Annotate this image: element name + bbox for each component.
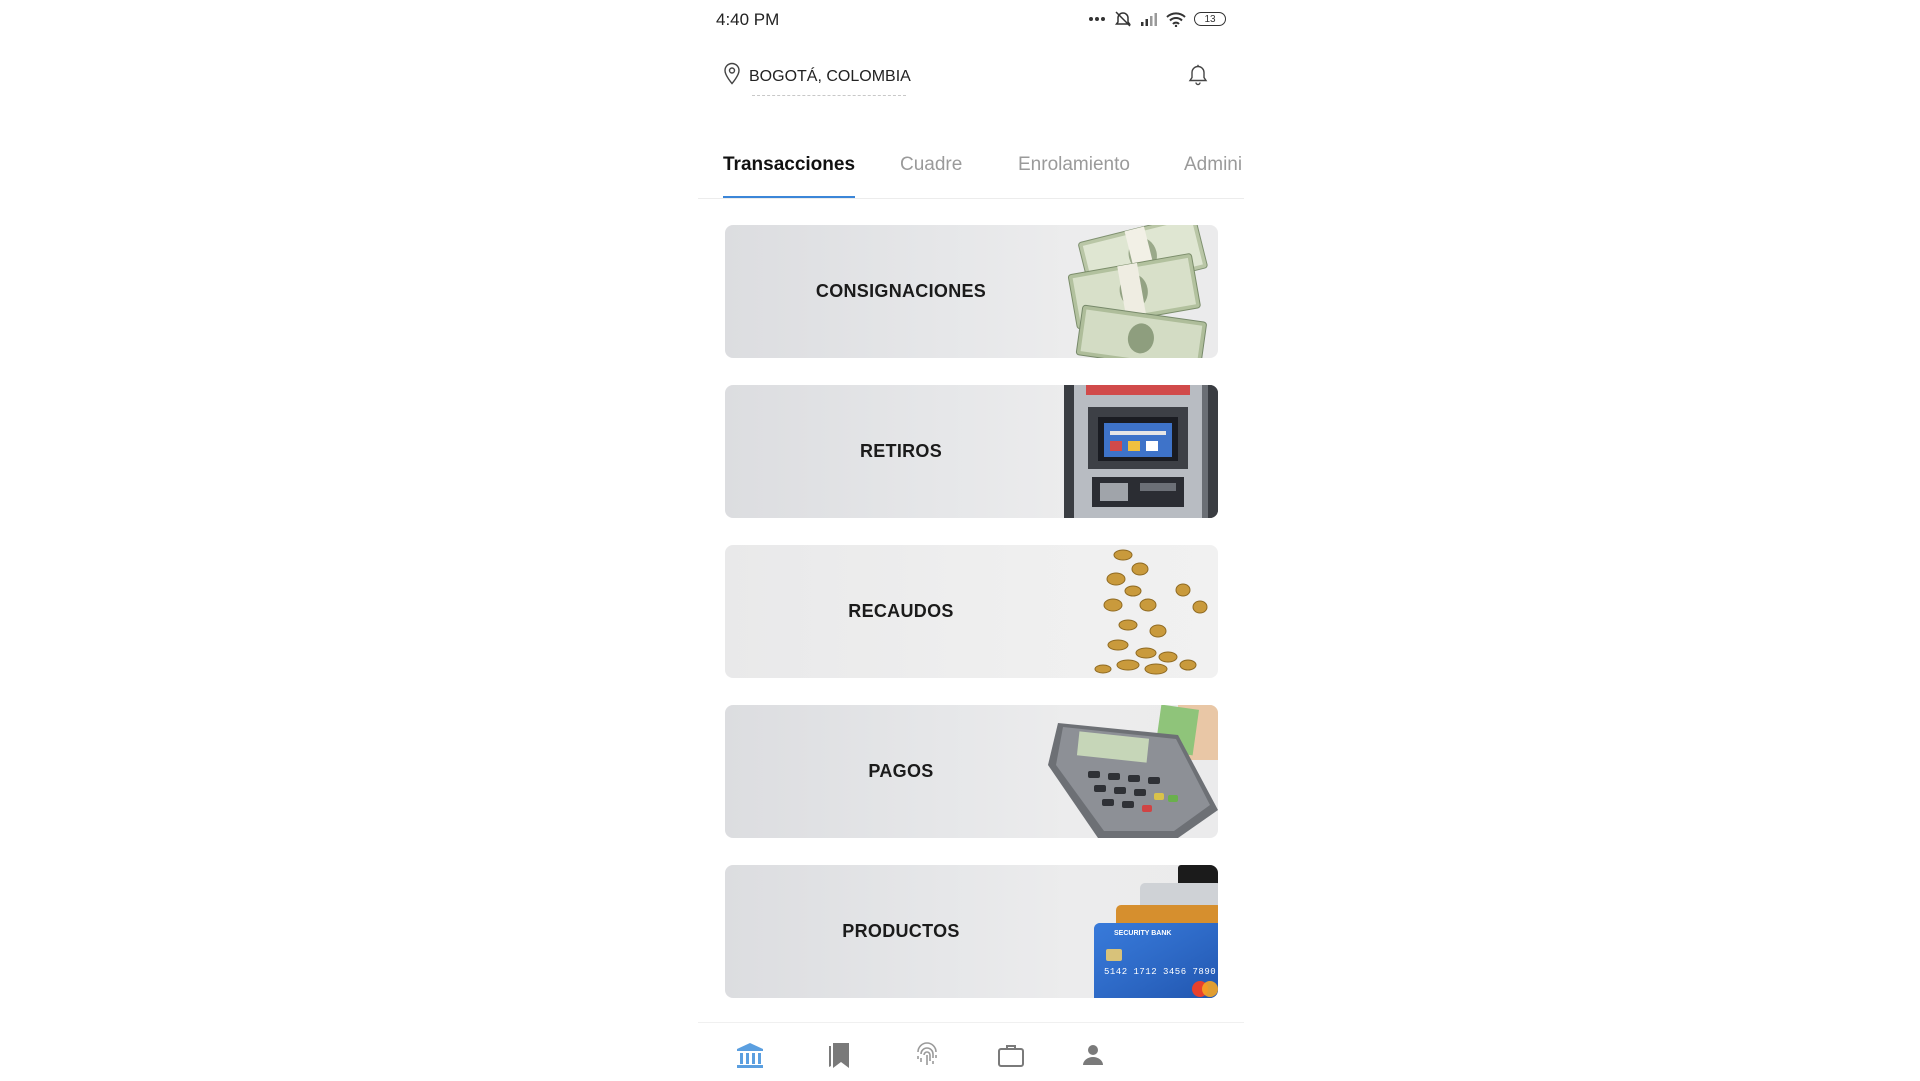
card-label: PRODUCTOS bbox=[842, 921, 960, 941]
card-label: PAGOS bbox=[868, 761, 934, 781]
bell-icon bbox=[1188, 64, 1208, 90]
location-pin-icon bbox=[723, 62, 741, 91]
card-consignaciones[interactable]: CONSIGNACIONES bbox=[725, 225, 1218, 358]
money-stack-image bbox=[1028, 225, 1218, 358]
card-pagos[interactable]: PAGOS bbox=[725, 705, 1218, 838]
bookmarks-icon bbox=[825, 1040, 853, 1075]
card-label: RETIROS bbox=[859, 441, 943, 461]
tab-transacciones[interactable]: Transacciones bbox=[723, 154, 856, 198]
header: BOGOTÁ, COLOMBIA bbox=[698, 58, 1244, 108]
nav-item-fingerprint[interactable] bbox=[909, 1039, 945, 1075]
tab-admini[interactable]: Admini bbox=[1184, 154, 1242, 198]
wifi-icon bbox=[1166, 11, 1186, 27]
status-time: 4:40 PM bbox=[716, 10, 780, 29]
location-underline bbox=[752, 94, 906, 96]
tab-cuadre[interactable]: Cuadre bbox=[900, 154, 962, 198]
briefcase-icon bbox=[996, 1041, 1026, 1074]
notifications-button[interactable] bbox=[1188, 64, 1208, 91]
atm-image bbox=[1028, 385, 1218, 518]
status-icons: 13 bbox=[1088, 10, 1226, 28]
location-selector[interactable]: BOGOTÁ, COLOMBIA bbox=[723, 62, 911, 96]
card-recaudos[interactable]: RECAUDOS bbox=[725, 545, 1218, 678]
nav-item-bookmarks[interactable] bbox=[821, 1039, 857, 1075]
card-retiros[interactable]: RETIROS bbox=[725, 385, 1218, 518]
nav-item-profile[interactable] bbox=[1075, 1039, 1111, 1075]
bank-cards-image: SECURITY BANK 5142 1712 3456 7890 bbox=[1028, 865, 1218, 998]
more-dots-icon bbox=[1088, 16, 1106, 22]
card-label: RECAUDOS bbox=[848, 601, 954, 621]
fingerprint-icon bbox=[912, 1040, 942, 1075]
tab-bar: Transacciones Cuadre Enrolamiento Admini bbox=[698, 148, 1244, 199]
location-text: BOGOTÁ, COLOMBIA bbox=[749, 67, 911, 96]
status-bar: 4:40 PM 13 bbox=[698, 0, 1244, 38]
card-productos[interactable]: PRODUCTOS SECURITY BANK 5142 1712 3456 7… bbox=[725, 865, 1218, 998]
signal-icon bbox=[1140, 12, 1158, 26]
coins-image bbox=[1028, 545, 1218, 678]
card-number: 5142 1712 3456 7890 bbox=[1104, 967, 1217, 977]
alarm-off-icon bbox=[1114, 10, 1132, 28]
nav-item-bank[interactable] bbox=[732, 1039, 768, 1075]
card-bank-name: SECURITY BANK bbox=[1114, 930, 1172, 937]
phone-screen: 4:40 PM 13 BOGOTÁ, COLOMBIA Transaccione… bbox=[698, 0, 1244, 1080]
card-label: CONSIGNACIONES bbox=[815, 281, 987, 301]
nav-item-briefcase[interactable] bbox=[993, 1039, 1029, 1075]
bottom-nav bbox=[698, 1022, 1244, 1081]
bank-icon bbox=[735, 1040, 765, 1075]
tab-enrolamiento[interactable]: Enrolamiento bbox=[1018, 154, 1130, 198]
battery-indicator: 13 bbox=[1194, 12, 1226, 26]
user-icon bbox=[1080, 1042, 1106, 1073]
card-terminal-image bbox=[1028, 705, 1218, 838]
location-label: BOGOTÁ, COLOMBIA bbox=[749, 67, 911, 85]
